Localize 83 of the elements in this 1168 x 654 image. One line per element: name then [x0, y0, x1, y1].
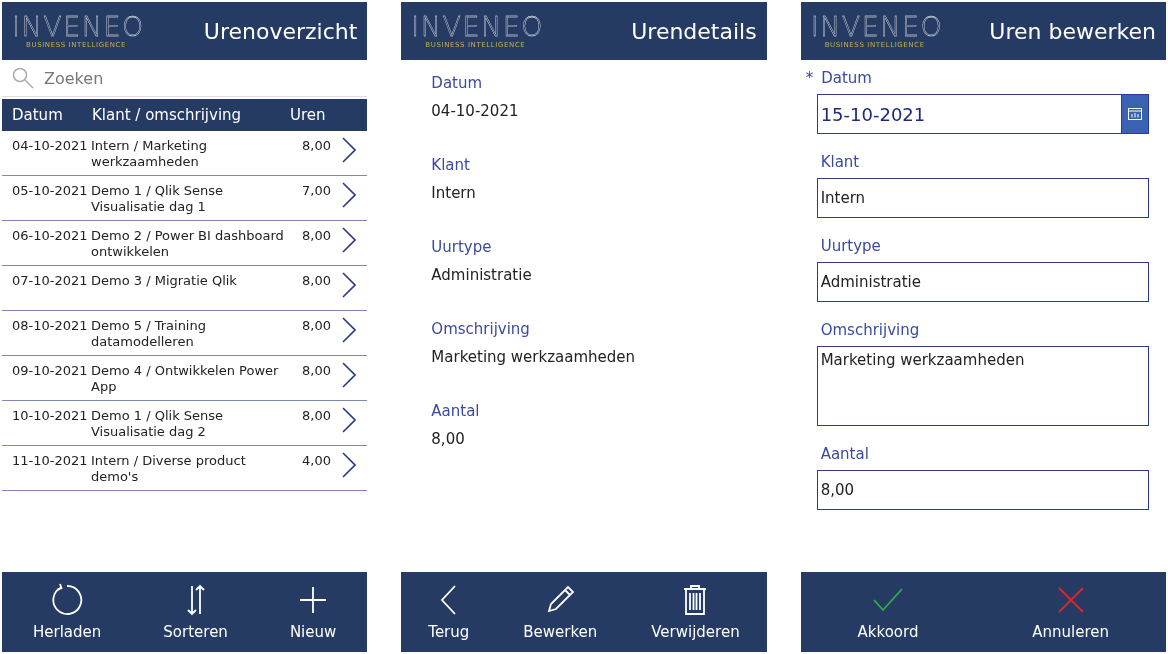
- field-value: Intern: [431, 183, 477, 204]
- date-cell-text: 11-10-2021: [12, 453, 89, 470]
- table-row[interactable]: 11-10-2021 Intern / Diverse product demo's 4,00: [2, 446, 368, 491]
- field-label: Aantal: [431, 401, 481, 422]
- table-row[interactable]: 09-10-2021 Demo 4 / Ontwikkelen Power App 8,00: [2, 356, 368, 401]
- date-cell-text: 06-10-2021: [12, 228, 89, 245]
- hours-cell-text: 8,00: [301, 273, 331, 290]
- column-header: Klant / omschrijving: [92, 106, 243, 124]
- toolbar-button[interactable]: Nieuw: [283, 579, 343, 645]
- field-label: Klant: [820, 152, 860, 173]
- refresh-icon: [50, 583, 85, 617]
- chevron-right-icon: [342, 452, 357, 478]
- text-area[interactable]: Marketing werkzaamheden: [816, 346, 1149, 426]
- description-cell-text: Demo 3 / Migratie Qlik: [91, 273, 238, 290]
- field-value: 04-10-2021: [431, 101, 520, 122]
- date-cell-text: 09-10-2021: [12, 363, 89, 380]
- column-header: Datum: [12, 106, 64, 124]
- table-row[interactable]: 06-10-2021 Demo 2 / Power BI dashboard ontwikkelen 8,00: [2, 221, 368, 266]
- logo-wordmark: INVENEO: [12, 12, 145, 41]
- toolbar-button[interactable]: Sorteren: [157, 579, 234, 645]
- field-label: Klant: [431, 155, 471, 176]
- date-cell-text: 07-10-2021: [12, 273, 89, 290]
- description-cell-text: Demo 1 / Qlik Sense Visualisatie dag 1: [91, 183, 225, 216]
- field-value: Administratie: [431, 265, 533, 286]
- hours-cell-text: 8,00: [301, 138, 331, 155]
- hours-cell-text: 8,00: [301, 408, 331, 425]
- screen-title: Uren bewerken: [989, 18, 1156, 44]
- field-value: Marketing werkzaamheden: [431, 347, 637, 368]
- toolbar-button[interactable]: Annuleren: [1026, 579, 1116, 645]
- input-field[interactable]: Administratie: [816, 262, 1149, 302]
- field-label: Uurtype: [820, 236, 881, 257]
- description-cell-text: Demo 5 / Training datamodelleren: [91, 318, 207, 351]
- hours-cell-text: 7,00: [301, 183, 331, 200]
- required-marker: *: [805, 68, 814, 89]
- description-cell-text: Demo 1 / Qlik Sense Visualisatie dag 2: [91, 408, 225, 441]
- field-label: Uurtype: [431, 237, 493, 258]
- description-cell-text: Demo 4 / Ontwikkelen Power App: [91, 363, 280, 396]
- calendar-icon: [1127, 108, 1142, 120]
- hours-cell-text: 4,00: [301, 453, 331, 470]
- date-cell-text: 08-10-2021: [12, 318, 89, 335]
- table-row[interactable]: 10-10-2021 Demo 1 / Qlik Sense Visualisatie dag 2 8,00: [2, 401, 368, 446]
- description-cell-text: Demo 2 / Power BI dashboard ontwikkelen: [91, 228, 285, 261]
- field-label: Aantal: [820, 444, 869, 465]
- screen-title: Urenoverzicht: [203, 18, 358, 44]
- toolbar-button[interactable]: Terug: [422, 579, 476, 645]
- date-field[interactable]: 15-10-2021: [816, 94, 1121, 134]
- date-cell-text: 10-10-2021: [12, 408, 89, 425]
- field-value: 8,00: [431, 429, 466, 450]
- description-cell-text: Intern / Diverse product demo's: [91, 453, 247, 486]
- logo-wordmark: INVENEO: [810, 12, 944, 41]
- chevron-right-icon: [342, 362, 357, 388]
- chevron-right-icon: [342, 227, 357, 253]
- hours-cell-text: 8,00: [301, 228, 331, 245]
- table-row[interactable]: 08-10-2021 Demo 5 / Training datamodelleren 8,00: [2, 311, 368, 356]
- input-field[interactable]: Intern: [816, 178, 1149, 218]
- chevron-right-icon: [342, 407, 357, 433]
- chevron-right-icon: [342, 317, 357, 343]
- input-field[interactable]: 8,00: [816, 470, 1149, 510]
- table-row[interactable]: 05-10-2021 Demo 1 / Qlik Sense Visualisatie dag 1 7,00: [2, 176, 368, 221]
- table-row[interactable]: 07-10-2021 Demo 3 / Migratie Qlik 8,00: [2, 266, 368, 311]
- toolbar-button[interactable]: Verwijderen: [645, 579, 746, 645]
- chevron-right-icon: [342, 182, 357, 208]
- logo-wordmark: INVENEO: [411, 12, 545, 41]
- date-cell-text: 04-10-2021: [12, 138, 89, 155]
- hours-cell-text: 8,00: [301, 318, 331, 335]
- field-label: Omschrijving: [431, 319, 531, 340]
- screen-title: Urendetails: [631, 18, 757, 44]
- toolbar-button[interactable]: Bewerken: [517, 579, 604, 645]
- date-cell-text: 05-10-2021: [12, 183, 89, 200]
- search-icon: [12, 67, 34, 89]
- field-label: Datum: [821, 68, 872, 89]
- chevron-right-icon: [342, 137, 357, 163]
- field-label: Datum: [431, 73, 484, 94]
- description-cell-text: Intern / Marketing werkzaamheden: [91, 138, 208, 171]
- hours-cell-text: 8,00: [301, 363, 331, 380]
- field-label: Omschrijving: [820, 320, 920, 341]
- toolbar-button[interactable]: Akkoord: [851, 579, 925, 645]
- toolbar-button[interactable]: Herladen: [27, 579, 108, 645]
- chevron-right-icon: [342, 272, 357, 298]
- search-field[interactable]: Zoeken: [42, 67, 346, 89]
- calendar-button[interactable]: [1120, 94, 1149, 134]
- table-row[interactable]: 04-10-2021 Intern / Marketing werkzaamheden 8,00: [2, 131, 368, 176]
- column-header: Uren: [289, 106, 327, 124]
